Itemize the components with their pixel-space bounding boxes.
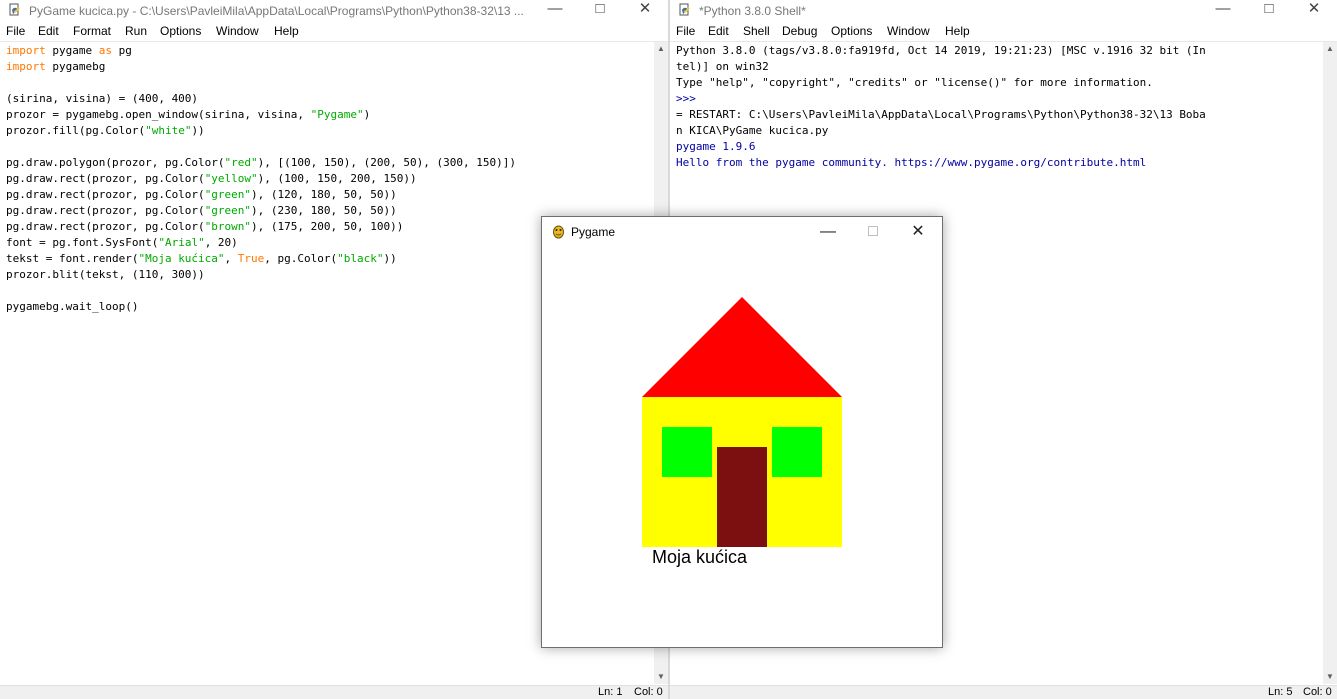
line-number: Ln: 5 bbox=[1268, 686, 1293, 698]
minimize-button[interactable]: — bbox=[806, 221, 850, 243]
minimize-button[interactable]: — bbox=[532, 0, 578, 21]
editor-title: PyGame kucica.py - C:\Users\PavleiMila\A… bbox=[29, 4, 524, 18]
shell-line: >>> bbox=[676, 92, 703, 105]
code-line: pg.draw.rect(prozor, pg.Color("brown"), … bbox=[6, 220, 404, 233]
roof-triangle bbox=[642, 297, 842, 397]
shell-line: = RESTART: C:\Users\PavleiMila\AppData\L… bbox=[676, 108, 1206, 121]
menu-window[interactable]: Window bbox=[887, 24, 930, 38]
editor-titlebar[interactable]: PyGame kucica.py - C:\Users\PavleiMila\A… bbox=[0, 0, 668, 22]
pygame-title: Pygame bbox=[571, 225, 616, 239]
code-editor[interactable]: import pygame as pg import pygamebg (sirin… bbox=[0, 43, 522, 315]
close-button[interactable]: ✕ bbox=[896, 221, 940, 243]
maximize-button[interactable]: □ bbox=[577, 0, 623, 21]
scroll-up-icon[interactable]: ▲ bbox=[654, 42, 668, 56]
shell-line: n KICA\PyGame kucica.py bbox=[676, 124, 829, 137]
column-number: Col: 0 bbox=[634, 686, 663, 698]
code-line: pg.draw.rect(prozor, pg.Color("green"), … bbox=[6, 204, 397, 217]
line-number: Ln: 1 bbox=[598, 686, 623, 698]
close-button[interactable]: ✕ bbox=[1291, 0, 1337, 21]
code-line: import pygame as pg bbox=[6, 44, 132, 57]
menu-run[interactable]: Run bbox=[125, 24, 147, 38]
pygame-titlebar[interactable]: Pygame — □ ✕ bbox=[542, 217, 942, 247]
menu-file[interactable]: File bbox=[6, 24, 25, 38]
shell-output[interactable]: Python 3.8.0 (tags/v3.8.0:fa919fd, Oct 1… bbox=[670, 43, 1212, 171]
house-drawing bbox=[642, 297, 842, 547]
editor-statusbar: Ln: 1 Col: 0 bbox=[0, 685, 668, 699]
code-line: tekst = font.render("Moja kućica", True,… bbox=[6, 252, 397, 265]
minimize-button[interactable]: — bbox=[1200, 0, 1246, 21]
pygame-snake-icon bbox=[553, 225, 564, 239]
code-line: pg.draw.polygon(prozor, pg.Color("red"),… bbox=[6, 156, 516, 169]
house-caption: Moja kućica bbox=[652, 547, 748, 567]
maximize-button[interactable]: □ bbox=[1246, 0, 1292, 21]
menu-file[interactable]: File bbox=[676, 24, 695, 38]
python-shell-icon bbox=[679, 3, 690, 16]
code-line: font = pg.font.SysFont("Arial", 20) bbox=[6, 236, 238, 249]
maximize-button: □ bbox=[868, 223, 878, 240]
right-window bbox=[772, 427, 822, 477]
menu-help[interactable]: Help bbox=[945, 24, 970, 38]
close-button[interactable]: ✕ bbox=[622, 0, 668, 21]
menu-debug[interactable]: Debug bbox=[782, 24, 817, 38]
editor-menubar: File Edit Format Run Options Window Help bbox=[0, 22, 668, 42]
code-line: pg.draw.rect(prozor, pg.Color("yellow"),… bbox=[6, 172, 417, 185]
code-line: prozor = pygamebg.open_window(sirina, vi… bbox=[6, 108, 371, 121]
menu-format[interactable]: Format bbox=[73, 24, 111, 38]
code-line: prozor.fill(pg.Color("white")) bbox=[6, 124, 205, 137]
menu-help[interactable]: Help bbox=[274, 24, 299, 38]
scroll-down-icon[interactable]: ▼ bbox=[1323, 670, 1337, 684]
code-line: prozor.blit(tekst, (110, 300)) bbox=[6, 268, 205, 281]
menu-edit[interactable]: Edit bbox=[38, 24, 59, 38]
scroll-up-icon[interactable]: ▲ bbox=[1323, 42, 1337, 56]
menu-window[interactable]: Window bbox=[216, 24, 259, 38]
menu-options[interactable]: Options bbox=[160, 24, 201, 38]
python-file-icon bbox=[9, 3, 20, 16]
shell-line: Type "help", "copyright", "credits" or "… bbox=[676, 76, 1153, 89]
scroll-down-icon[interactable]: ▼ bbox=[654, 670, 668, 684]
menu-shell[interactable]: Shell bbox=[743, 24, 770, 38]
menu-options[interactable]: Options bbox=[831, 24, 872, 38]
shell-menubar: File Edit Shell Debug Options Window Hel… bbox=[670, 22, 1337, 42]
shell-statusbar: Ln: 5 Col: 0 bbox=[670, 685, 1337, 699]
menu-edit[interactable]: Edit bbox=[708, 24, 729, 38]
shell-titlebar[interactable]: *Python 3.8.0 Shell* — □ ✕ bbox=[670, 0, 1337, 22]
shell-line: Python 3.8.0 (tags/v3.8.0:fa919fd, Oct 1… bbox=[676, 44, 1206, 57]
code-line: (sirina, visina) = (400, 400) bbox=[6, 92, 199, 105]
shell-title: *Python 3.8.0 Shell* bbox=[699, 4, 806, 18]
code-line: pg.draw.rect(prozor, pg.Color("green"), … bbox=[6, 188, 397, 201]
code-line: pygamebg.wait_loop() bbox=[6, 300, 139, 313]
shell-line: pygame 1.9.6 bbox=[676, 140, 756, 153]
pygame-window: Pygame — □ ✕ Moja kućica bbox=[541, 216, 943, 648]
door bbox=[717, 447, 767, 547]
code-line: import pygamebg bbox=[6, 60, 106, 73]
shell-line: tel)] on win32 bbox=[676, 60, 769, 73]
shell-line: Hello from the pygame community. https:/… bbox=[676, 156, 1147, 169]
column-number: Col: 0 bbox=[1303, 686, 1332, 698]
pygame-canvas[interactable]: Moja kućica bbox=[542, 247, 942, 647]
shell-scrollbar[interactable]: ▲ ▼ bbox=[1323, 42, 1337, 684]
left-window bbox=[662, 427, 712, 477]
